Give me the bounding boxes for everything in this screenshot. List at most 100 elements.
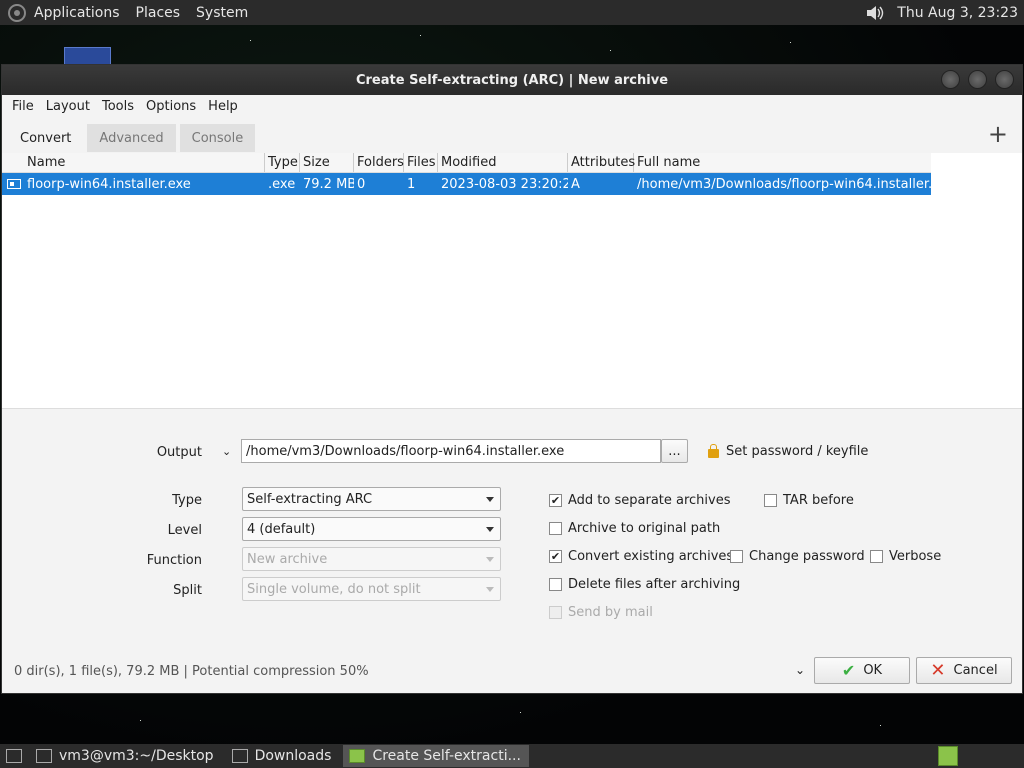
terminal-icon: [36, 749, 52, 763]
function-select: New archive: [242, 547, 501, 571]
function-label: Function: [146, 553, 202, 568]
cell-name-text: floorp-win64.installer.exe: [27, 176, 191, 192]
tray-archiver-icon[interactable]: [938, 746, 958, 766]
archive-window: Create Self-extracting (ARC) | New archi…: [1, 64, 1023, 694]
checkbox-icon: [549, 606, 562, 619]
add-icon[interactable]: +: [988, 122, 1008, 146]
show-desktop-button[interactable]: [0, 745, 26, 767]
cancel-button-label: Cancel: [953, 663, 998, 678]
browse-button[interactable]: ...: [661, 439, 688, 463]
file-table: Name Type Size Folders Files Modified At…: [2, 153, 1022, 409]
output-label: Output: [156, 445, 202, 460]
add-separate-checkbox[interactable]: ✔ Add to separate archives: [549, 493, 731, 508]
convert-existing-checkbox[interactable]: ✔ Convert existing archives: [549, 549, 733, 564]
menu-tools[interactable]: Tools: [102, 99, 134, 114]
verbose-checkbox[interactable]: Verbose: [870, 549, 941, 564]
delete-files-checkbox[interactable]: Delete files after archiving: [549, 577, 740, 592]
split-label: Split: [173, 583, 202, 598]
column-type[interactable]: Type: [265, 153, 300, 172]
table-header: Name Type Size Folders Files Modified At…: [2, 153, 931, 173]
ok-button[interactable]: ✔ OK: [814, 657, 910, 684]
output-input[interactable]: /home/vm3/Downloads/floorp-win64.install…: [241, 439, 661, 463]
tar-before-checkbox[interactable]: TAR before: [764, 493, 854, 508]
delete-files-label: Delete files after archiving: [568, 577, 741, 592]
send-mail-checkbox: Send by mail: [549, 605, 653, 620]
menu-system[interactable]: System: [196, 5, 248, 21]
verbose-label: Verbose: [889, 549, 942, 564]
set-password-label: Set password / keyfile: [726, 444, 869, 459]
taskbar: vm3@vm3:~/Desktop Downloads Create Self-…: [0, 744, 1024, 768]
send-mail-label: Send by mail: [568, 605, 653, 620]
close-x-icon: ✕: [930, 660, 946, 681]
column-size[interactable]: Size: [300, 153, 354, 172]
menu-file[interactable]: File: [12, 99, 34, 114]
taskbar-item-terminal[interactable]: vm3@vm3:~/Desktop: [30, 745, 222, 767]
minimize-button[interactable]: [941, 70, 960, 89]
menu-bar: File Layout Tools Options Help: [2, 95, 1022, 117]
window-titlebar[interactable]: Create Self-extracting (ARC) | New archi…: [2, 65, 1022, 95]
archiver-icon: [349, 749, 366, 763]
cell-size: 79.2 MB: [303, 176, 354, 192]
distro-logo-icon[interactable]: [8, 3, 26, 22]
archive-original-checkbox[interactable]: Archive to original path: [549, 521, 720, 536]
tab-convert[interactable]: Convert: [8, 124, 84, 152]
menu-layout[interactable]: Layout: [46, 99, 90, 114]
chevron-down-icon: [486, 587, 494, 592]
menu-help[interactable]: Help: [208, 99, 238, 114]
lock-icon: [708, 444, 719, 458]
chevron-down-icon: [486, 557, 494, 562]
type-select-value: Self-extracting ARC: [247, 491, 373, 507]
file-icon: [7, 179, 21, 189]
menu-options[interactable]: Options: [146, 99, 196, 114]
level-select[interactable]: 4 (default): [242, 517, 501, 541]
convert-existing-label: Convert existing archives: [568, 549, 734, 564]
taskbar-item-archiver[interactable]: Create Self-extracti...: [343, 745, 529, 767]
taskbar-item-label: Create Self-extracti...: [372, 748, 521, 764]
close-button[interactable]: [995, 70, 1014, 89]
column-attributes[interactable]: Attributes: [568, 153, 635, 172]
menu-applications[interactable]: Applications: [34, 5, 120, 21]
checkbox-icon: [870, 550, 883, 563]
tab-console[interactable]: Console: [179, 124, 256, 152]
split-select-value: Single volume, do not split: [247, 581, 421, 597]
column-folders[interactable]: Folders: [354, 153, 404, 172]
menu-places[interactable]: Places: [136, 5, 181, 21]
set-password-link[interactable]: Set password / keyfile: [708, 444, 868, 459]
column-modified[interactable]: Modified: [438, 153, 568, 172]
cell-name: floorp-win64.installer.exe: [2, 173, 265, 195]
column-full-name[interactable]: Full name: [634, 153, 931, 172]
folder-icon: [231, 749, 248, 763]
cell-full-name: /home/vm3/Downloads/floorp-win64.install…: [637, 176, 931, 192]
maximize-button[interactable]: [968, 70, 987, 89]
change-password-label: Change password: [749, 549, 865, 564]
tab-bar: Convert Advanced Console +: [2, 117, 1022, 152]
column-files[interactable]: Files: [404, 153, 438, 172]
type-select[interactable]: Self-extracting ARC: [242, 487, 501, 511]
cell-attributes: A: [571, 176, 580, 192]
chevron-down-icon: [486, 527, 494, 532]
chevron-down-icon: [486, 497, 494, 502]
checkbox-icon: [730, 550, 743, 563]
status-text: 0 dir(s), 1 file(s), 79.2 MB | Potential…: [14, 664, 369, 679]
level-label: Level: [167, 523, 202, 538]
change-password-checkbox[interactable]: Change password: [730, 549, 865, 564]
type-label: Type: [172, 493, 202, 508]
taskbar-item-label: vm3@vm3:~/Desktop: [59, 748, 214, 764]
table-row[interactable]: floorp-win64.installer.exe .exe 79.2 MB …: [2, 173, 931, 195]
checkbox-icon: [549, 578, 562, 591]
tab-advanced[interactable]: Advanced: [87, 124, 176, 152]
cancel-button[interactable]: ✕ Cancel: [916, 657, 1012, 684]
checkbox-checked-icon: ✔: [549, 494, 562, 507]
cell-files: 1: [407, 176, 416, 192]
archive-original-label: Archive to original path: [568, 521, 721, 536]
panel-clock[interactable]: Thu Aug 3, 23:23: [897, 5, 1018, 21]
ok-button-label: OK: [863, 663, 883, 678]
chevron-down-icon[interactable]: ⌄: [795, 663, 805, 677]
taskbar-item-downloads[interactable]: Downloads: [226, 745, 340, 767]
output-dropdown-icon[interactable]: ⌄: [222, 445, 231, 458]
cell-modified: 2023-08-03 23:20:26: [441, 176, 568, 192]
volume-icon[interactable]: [865, 4, 885, 22]
column-name[interactable]: Name: [2, 153, 265, 172]
checkbox-icon: [549, 522, 562, 535]
top-panel: Applications Places System Thu Aug 3, 23…: [0, 0, 1024, 25]
